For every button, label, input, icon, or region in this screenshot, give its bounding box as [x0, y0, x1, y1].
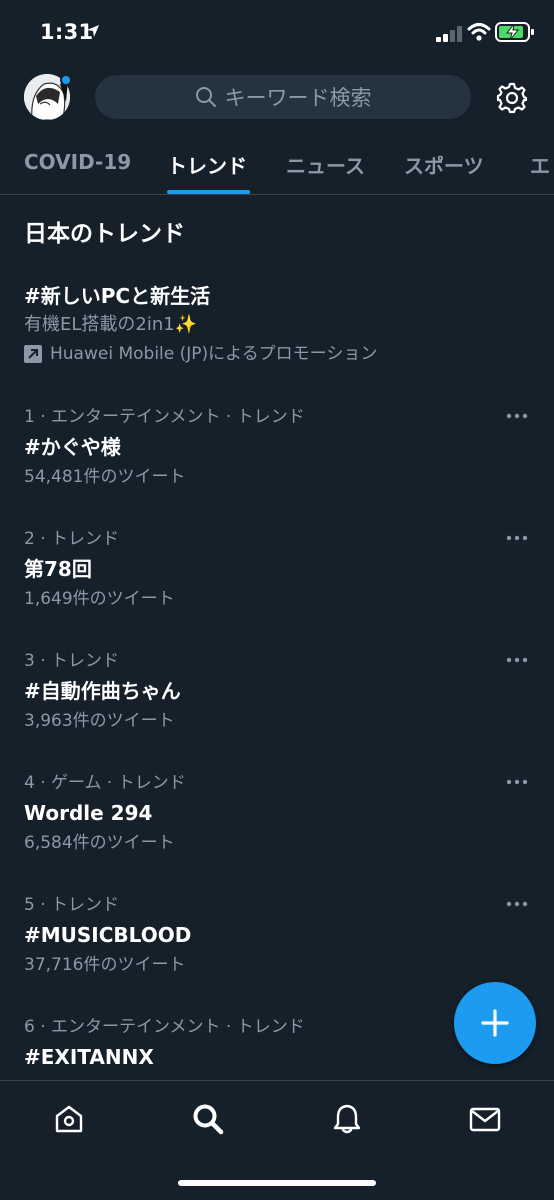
promoted-trend-description: 有機EL搭載の2in1✨	[24, 314, 198, 335]
search-icon[interactable]	[192, 1103, 224, 1135]
trend-tweet-count: 3,963件のツイート	[24, 711, 175, 731]
trend-name: 第78回	[24, 557, 92, 581]
trend-tweet-count: 37,716件のツイート	[24, 955, 186, 975]
home-icon[interactable]	[53, 1103, 85, 1135]
more-options-icon[interactable]	[506, 412, 528, 420]
more-options-icon[interactable]	[506, 656, 528, 664]
explore-tabs: COVID-19 トレンド ニュース スポーツ エ	[0, 140, 554, 195]
battery-charging-icon	[495, 22, 534, 42]
tab-covid-19[interactable]: COVID-19	[24, 150, 131, 174]
plus-icon	[481, 1009, 509, 1037]
settings-gear-icon[interactable]	[496, 82, 528, 114]
trend-meta: 3 · トレンド	[24, 651, 120, 671]
trend-meta: 4 · ゲーム · トレンド	[24, 773, 186, 793]
promoted-trend[interactable]: #新しいPCと新生活 有機EL搭載の2in1✨ Huawei Mobile (J…	[24, 282, 534, 368]
home-indicator[interactable]	[178, 1180, 376, 1186]
notification-dot	[60, 74, 72, 86]
trend-tweet-count: 1,649件のツイート	[24, 589, 175, 609]
trend-item[interactable]: 3 · トレンド #自動作曲ちゃん 3,963件のツイート	[24, 648, 534, 748]
notifications-bell-icon[interactable]	[331, 1103, 363, 1135]
tab-sports[interactable]: スポーツ	[404, 150, 484, 179]
active-tab-indicator	[167, 190, 250, 194]
promoted-trend-title: #新しいPCと新生活	[24, 284, 211, 308]
trend-name: #MUSICBLOOD	[24, 923, 192, 947]
trend-name: #かぐや様	[24, 435, 121, 459]
tab-entertainment[interactable]: エ	[530, 150, 550, 179]
trend-meta: 1 · エンターテインメント · トレンド	[24, 407, 305, 427]
search-input[interactable]: キーワード検索	[95, 75, 471, 119]
more-options-icon[interactable]	[506, 534, 528, 542]
trend-name: Wordle 294	[24, 801, 153, 825]
trend-name: #EXITANNX	[24, 1045, 154, 1069]
trend-item[interactable]: 5 · トレンド #MUSICBLOOD 37,716件のツイート	[24, 892, 534, 992]
more-options-icon[interactable]	[506, 900, 528, 908]
explore-screen: 1:31 キーワード検索 COVID-19 トレンド ニュース スポーツ エ 日…	[0, 0, 554, 1200]
search-icon	[195, 87, 216, 107]
tab-trends[interactable]: トレンド	[167, 150, 247, 179]
trend-name: #自動作曲ちゃん	[24, 679, 181, 703]
location-arrow-icon	[87, 25, 99, 37]
trend-item[interactable]: 1 · エンターテインメント · トレンド #かぐや様 54,481件のツイート	[24, 404, 534, 504]
trend-meta: 5 · トレンド	[24, 895, 120, 915]
trend-meta: 2 · トレンド	[24, 529, 120, 549]
promoted-by-label: Huawei Mobile (JP)によるプロモーション	[50, 344, 378, 364]
wifi-icon	[467, 23, 491, 41]
more-options-icon[interactable]	[506, 778, 528, 786]
trend-tweet-count: 54,481件のツイート	[24, 467, 186, 487]
trend-item[interactable]: 2 · トレンド 第78回 1,649件のツイート	[24, 526, 534, 626]
compose-tweet-button[interactable]	[454, 982, 536, 1064]
messages-mail-icon[interactable]	[469, 1103, 501, 1135]
tab-news[interactable]: ニュース	[286, 150, 365, 179]
trend-item[interactable]: 4 · ゲーム · トレンド Wordle 294 6,584件のツイート	[24, 770, 534, 870]
trend-tweet-count: 6,584件のツイート	[24, 833, 175, 853]
promoted-icon	[24, 345, 42, 363]
search-placeholder: キーワード検索	[224, 86, 372, 110]
status-bar: 1:31	[0, 0, 554, 66]
promoted-by-line: Huawei Mobile (JP)によるプロモーション	[24, 340, 534, 368]
section-title: 日本のトレンド	[24, 221, 185, 247]
cellular-signal-icon	[436, 26, 462, 42]
